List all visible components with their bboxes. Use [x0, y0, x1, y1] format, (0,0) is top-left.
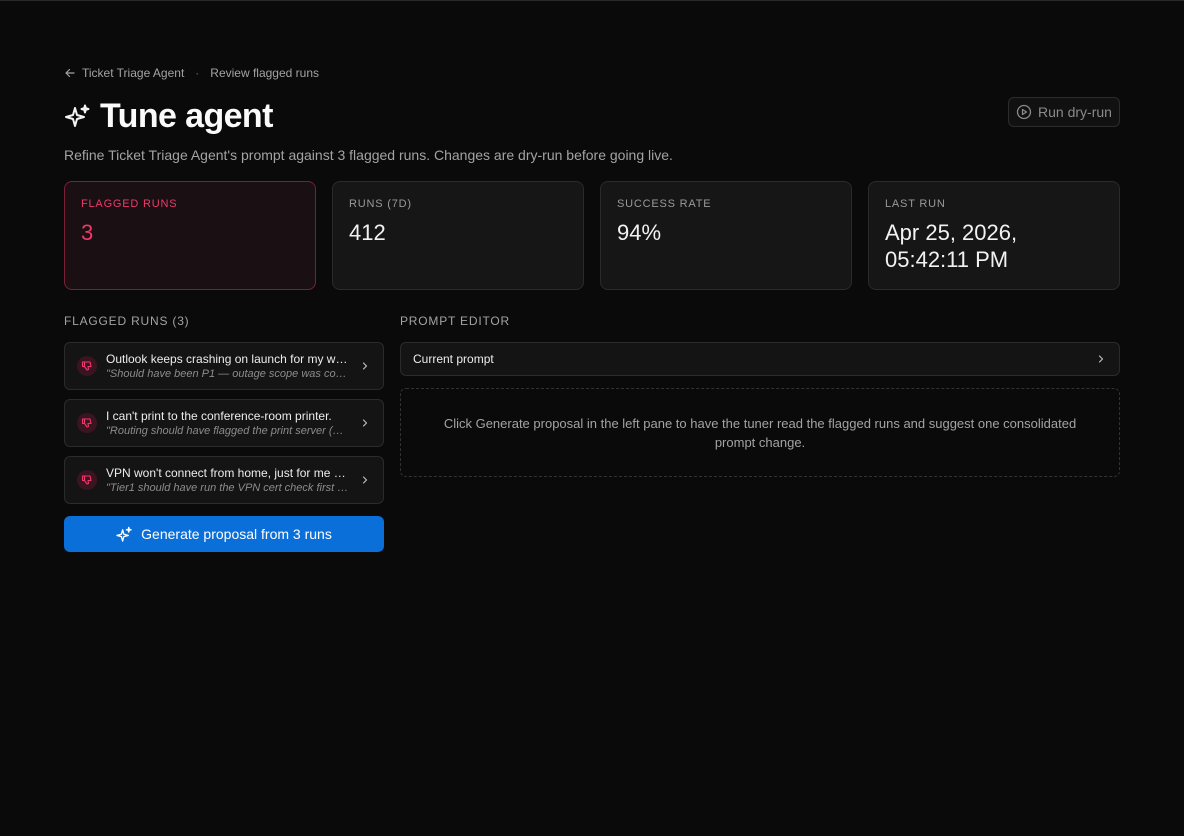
flagged-run-item[interactable]: I can't print to the conference-room pri… — [64, 399, 384, 447]
stat-label: LAST RUN — [885, 198, 946, 210]
stat-label: RUNS (7D) — [349, 198, 412, 210]
flagged-run-note: "Should have been P1 — outage scope was … — [106, 368, 349, 380]
title-row: Tune agent — [64, 97, 273, 136]
flagged-run-item[interactable]: VPN won't connect from home, just for me… — [64, 456, 384, 504]
thumbs-down-icon — [77, 413, 97, 433]
sparkles-icon — [65, 104, 90, 127]
stat-label: FLAGGED RUNS — [81, 198, 178, 210]
flagged-run-texts: I can't print to the conference-room pri… — [106, 409, 349, 437]
run-dry-run-button[interactable]: Run dry-run — [1008, 97, 1120, 127]
sparkles-icon — [116, 526, 132, 542]
breadcrumb: Ticket Triage Agent · Review flagged run… — [64, 66, 319, 80]
stat-label: SUCCESS RATE — [617, 198, 712, 210]
current-prompt-label: Current prompt — [413, 352, 494, 366]
play-circle-icon — [1016, 104, 1032, 120]
stat-card-runs-7d: RUNS (7D) 412 — [332, 181, 584, 290]
chevron-right-icon — [362, 362, 368, 370]
stat-value: Apr 25, 2026, 05:42:11 PM — [885, 220, 1018, 272]
stat-card-success-rate: SUCCESS RATE 94% — [600, 181, 852, 290]
proposal-empty-state: Click Generate proposal in the left pane… — [400, 388, 1120, 477]
stat-value: 3 — [81, 220, 94, 245]
generate-proposal-button[interactable]: Generate proposal from 3 runs — [64, 516, 384, 552]
flagged-runs-pane: FLAGGED RUNS (3) Outlook keeps crashing … — [64, 314, 384, 552]
stat-card-flagged-runs: FLAGGED RUNS 3 — [64, 181, 316, 290]
generate-proposal-label: Generate proposal from 3 runs — [141, 526, 332, 542]
empty-state-message: Click Generate proposal in the left pane… — [443, 415, 1077, 450]
flagged-runs-list: Outlook keeps crashing on launch for my … — [64, 342, 384, 504]
flagged-run-title: VPN won't connect from home, just for me… — [106, 466, 349, 480]
flagged-run-note: "Tier1 should have run the VPN cert chec… — [106, 482, 349, 494]
flagged-run-texts: VPN won't connect from home, just for me… — [106, 466, 349, 494]
chevron-right-icon — [362, 419, 368, 427]
page-title: Tune agent — [100, 97, 273, 135]
current-prompt-toggle[interactable]: Current prompt — [400, 342, 1120, 376]
breadcrumb-back-link[interactable]: Ticket Triage Agent — [64, 66, 184, 80]
breadcrumb-current: Review flagged runs — [210, 66, 320, 80]
flagged-runs-heading: FLAGGED RUNS (3) — [64, 314, 190, 328]
page-subtitle: Refine Ticket Triage Agent's prompt agai… — [64, 147, 673, 163]
flagged-run-note: "Routing should have flagged the print s… — [106, 425, 349, 437]
prompt-editor-heading: PROMPT EDITOR — [400, 314, 510, 328]
stat-card-last-run: LAST RUN Apr 25, 2026, 05:42:11 PM — [868, 181, 1120, 290]
flagged-run-title: I can't print to the conference-room pri… — [106, 409, 332, 423]
stat-value: 94% — [617, 220, 662, 245]
thumbs-down-icon — [77, 470, 97, 490]
flagged-run-title: Outlook keeps crashing on launch for my … — [106, 352, 349, 366]
top-border — [0, 0, 1184, 1]
prompt-editor-pane: PROMPT EDITOR Current prompt Click Gener… — [400, 314, 1120, 477]
run-dry-run-label: Run dry-run — [1038, 104, 1112, 120]
chevron-right-icon — [362, 476, 368, 484]
stat-value: 412 — [349, 220, 386, 245]
chevron-right-icon — [1098, 355, 1104, 363]
flagged-run-item[interactable]: Outlook keeps crashing on launch for my … — [64, 342, 384, 390]
breadcrumb-separator: · — [195, 66, 200, 80]
stats-row: FLAGGED RUNS 3 RUNS (7D) 412 SUCCESS RAT… — [64, 181, 1120, 290]
thumbs-down-icon — [77, 356, 97, 376]
arrow-left-icon — [65, 68, 75, 78]
flagged-run-texts: Outlook keeps crashing on launch for my … — [106, 352, 349, 380]
breadcrumb-back-label: Ticket Triage Agent — [82, 66, 185, 80]
